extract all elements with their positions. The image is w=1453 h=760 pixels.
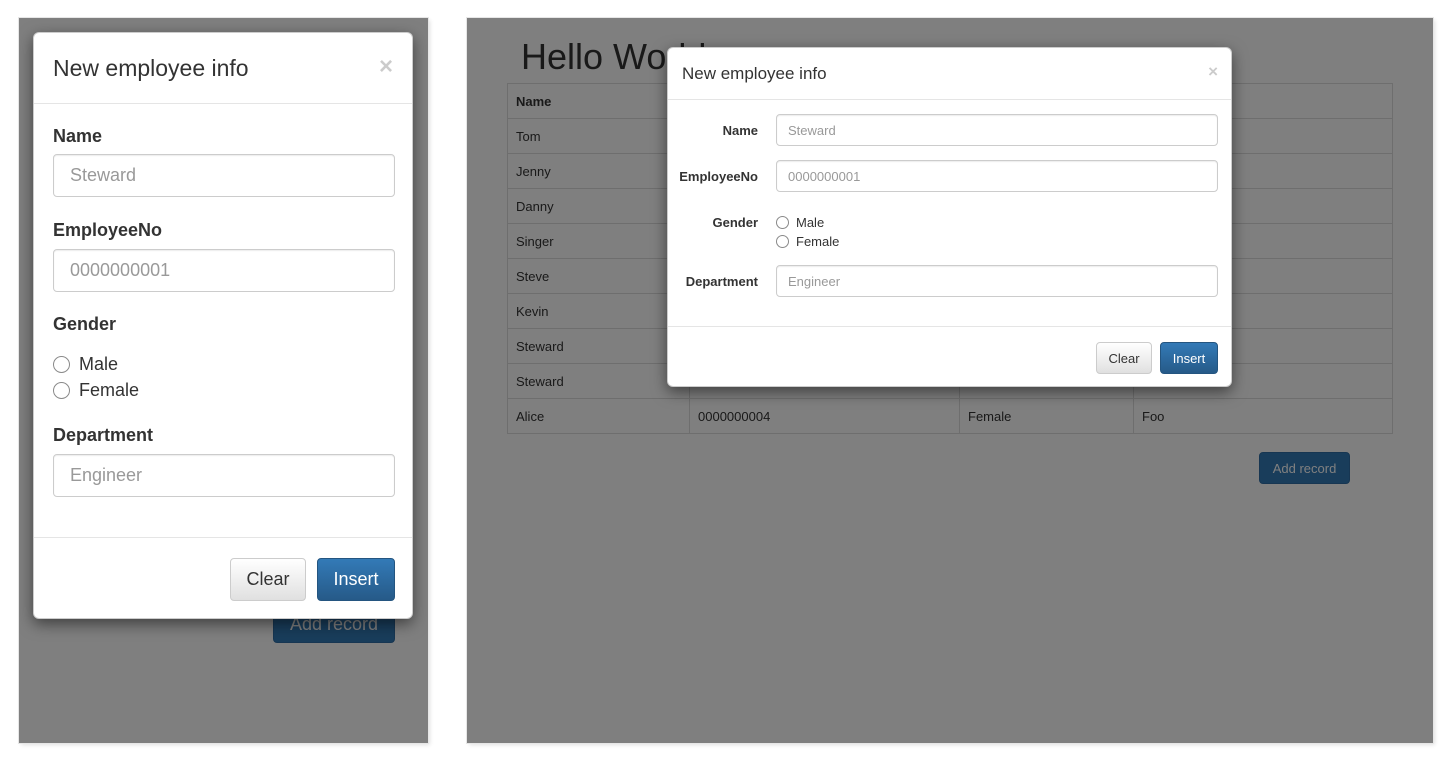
modal-title: New employee info [682, 64, 827, 83]
modal-header: New employee info × [34, 33, 412, 104]
radio-label-male: Male [79, 354, 119, 374]
close-icon[interactable]: × [1208, 62, 1218, 82]
name-input[interactable] [776, 114, 1218, 146]
insert-button[interactable]: Insert [317, 558, 395, 601]
insert-button[interactable]: Insert [1160, 342, 1218, 374]
gender-label: Gender [53, 314, 117, 334]
modal-header: New employee info × [668, 48, 1231, 100]
new-employee-modal: New employee info × Name EmployeeNo Gend… [667, 47, 1232, 387]
radio-label-female: Female [796, 234, 840, 249]
radio-button-male[interactable] [53, 356, 70, 373]
employee-no-input[interactable] [776, 160, 1218, 192]
radio-button-male[interactable] [776, 216, 789, 229]
department-label: Department [685, 274, 758, 289]
gender-radio-male[interactable]: Male [53, 354, 118, 375]
mobile-view-panel: Add record New employee info × Name Empl… [19, 18, 428, 743]
employee-no-label: EmployeeNo [53, 220, 163, 240]
clear-button[interactable]: Clear [230, 558, 306, 601]
name-label: Name [722, 123, 758, 138]
radio-label-female: Female [79, 380, 140, 400]
desktop-view-panel: Hello World Name Tom Jenny Danny Singer … [467, 18, 1433, 743]
name-input[interactable] [53, 154, 395, 197]
modal-footer: Clear Insert [668, 326, 1231, 388]
modal-title: New employee info [53, 55, 249, 81]
gender-radio-female[interactable]: Female [776, 234, 839, 249]
gender-radio-male[interactable]: Male [776, 215, 824, 230]
radio-button-female[interactable] [776, 235, 789, 248]
gender-label: Gender [712, 215, 758, 230]
gender-radio-female[interactable]: Female [53, 380, 139, 401]
name-label: Name [53, 126, 103, 146]
modal-footer: Clear Insert [34, 537, 412, 619]
close-icon[interactable]: × [379, 53, 393, 81]
radio-button-female[interactable] [53, 382, 70, 399]
department-input[interactable] [53, 454, 395, 497]
department-label: Department [53, 425, 154, 445]
new-employee-modal: New employee info × Name EmployeeNo Gend… [33, 32, 413, 619]
clear-button[interactable]: Clear [1096, 342, 1152, 374]
employee-no-input[interactable] [53, 249, 395, 292]
department-input[interactable] [776, 265, 1218, 297]
radio-label-male: Male [796, 215, 825, 230]
employee-no-label: EmployeeNo [679, 169, 758, 184]
